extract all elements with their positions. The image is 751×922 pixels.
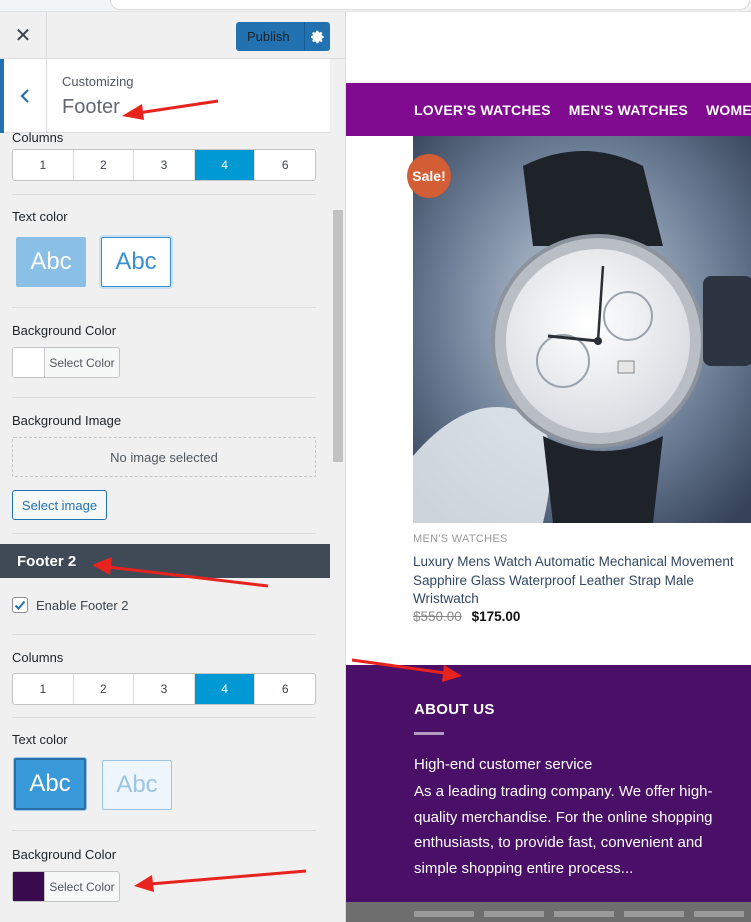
color-swatch: [13, 348, 45, 377]
section-header: Customizing Footer: [0, 59, 330, 133]
columns-label: Columns: [12, 130, 64, 145]
sale-price: $175.00: [471, 609, 521, 624]
customizer-panel: ✕ Publish Customizing Footer Columns 1 2…: [0, 12, 346, 922]
column-option-2[interactable]: 2: [74, 674, 135, 704]
checkmark-icon: [14, 600, 26, 610]
panel-scrollbar-track[interactable]: [330, 59, 345, 922]
select-color-button[interactable]: Select Color: [12, 347, 120, 378]
chevron-left-icon: [20, 89, 29, 103]
columns-selector: 1 2 3 4 6: [12, 149, 316, 181]
column-option-6[interactable]: 6: [255, 674, 315, 704]
image-placeholder: No image selected: [12, 437, 316, 477]
background-color-label: Background Color: [12, 323, 117, 338]
publish-label: Publish: [247, 29, 290, 44]
enable-footer-2-row[interactable]: Enable Footer 2: [12, 597, 129, 613]
column-option-4[interactable]: 4: [194, 674, 256, 704]
footer-subtitle: High-end customer service: [414, 756, 593, 773]
footer-heading-divider: [414, 732, 444, 735]
column-option-3[interactable]: 3: [134, 150, 195, 180]
footer-description: As a leading trading company. We offer h…: [414, 783, 713, 877]
footer-2-title: Footer 2: [17, 552, 77, 570]
column-option-1[interactable]: 1: [13, 150, 74, 180]
enable-footer-2-label: Enable Footer 2: [36, 597, 129, 613]
footer-bottom-nav: [414, 911, 744, 917]
publish-settings-button[interactable]: [305, 30, 330, 44]
column-option-3[interactable]: 3: [134, 674, 195, 704]
divider: [12, 194, 316, 195]
close-icon: ✕: [14, 25, 32, 47]
back-button[interactable]: [0, 59, 47, 133]
select-color-label: Select Color: [49, 355, 115, 370]
publish-button[interactable]: Publish: [236, 22, 330, 51]
background-color-label-footer-2: Background Color: [12, 847, 117, 862]
site-preview: LOVER'S WATCHES MEN'S WATCHES WOMEN: [346, 12, 751, 922]
panel-scrollbar-thumb[interactable]: [333, 210, 343, 462]
divider: [12, 533, 316, 534]
columns-selector-footer-2: 1 2 3 4 6: [12, 673, 316, 705]
text-color-dark-option-footer-2[interactable]: Abc: [102, 760, 172, 810]
main-navigation: LOVER'S WATCHES MEN'S WATCHES WOMEN: [346, 83, 751, 136]
text-color-light-option-footer-2[interactable]: Abc: [14, 758, 86, 810]
column-option-2[interactable]: 2: [74, 150, 135, 180]
column-option-4[interactable]: 4: [194, 150, 256, 180]
product-price: $550.00 $175.00: [413, 609, 520, 624]
customizing-label: Customizing: [62, 74, 134, 89]
nav-item-mens-watches[interactable]: MEN'S WATCHES: [569, 102, 688, 118]
customizer-header: ✕ Publish: [0, 12, 345, 59]
text-color-light-option[interactable]: Abc: [16, 237, 86, 287]
divider: [12, 397, 316, 398]
select-image-button[interactable]: Select image: [12, 490, 107, 520]
color-swatch: [13, 872, 45, 901]
browser-toolbar: [0, 0, 751, 12]
close-customizer-button[interactable]: ✕: [0, 12, 47, 59]
divider: [12, 717, 316, 718]
address-bar[interactable]: [110, 0, 750, 10]
column-option-6[interactable]: 6: [255, 150, 315, 180]
watch-image: [413, 136, 751, 523]
section-title: Footer: [62, 96, 120, 118]
divider: [12, 634, 316, 635]
column-option-1[interactable]: 1: [13, 674, 74, 704]
columns-label-footer-2: Columns: [12, 650, 64, 665]
screen: ✕ Publish Customizing Footer Columns 1 2…: [0, 0, 751, 922]
select-color-label: Select Color: [49, 879, 115, 894]
text-color-dark-option[interactable]: Abc: [101, 237, 171, 287]
footer-bottom-bar: [346, 902, 751, 922]
text-color-label-footer-2: Text color: [12, 732, 68, 747]
enable-footer-2-checkbox[interactable]: [12, 597, 28, 613]
nav-item-women[interactable]: WOMEN: [706, 102, 751, 118]
text-color-label: Text color: [12, 209, 68, 224]
product-image[interactable]: [413, 136, 751, 523]
background-image-label: Background Image: [12, 413, 122, 428]
sale-badge: Sale!: [407, 154, 451, 198]
divider: [12, 830, 316, 831]
select-color-button-footer-2[interactable]: Select Color: [12, 871, 120, 902]
footer-heading: ABOUT US: [414, 701, 495, 718]
old-price: $550.00: [413, 609, 462, 624]
site-footer: ABOUT US High-end customer service As a …: [346, 665, 751, 902]
nav-item-lovers-watches[interactable]: LOVER'S WATCHES: [414, 102, 551, 118]
gear-icon: [310, 30, 324, 43]
product-title[interactable]: Luxury Mens Watch Automatic Mechanical M…: [413, 553, 748, 609]
divider: [12, 307, 316, 308]
product-category[interactable]: MEN'S WATCHES: [413, 533, 508, 545]
footer-2-heading: Footer 2: [0, 544, 330, 578]
